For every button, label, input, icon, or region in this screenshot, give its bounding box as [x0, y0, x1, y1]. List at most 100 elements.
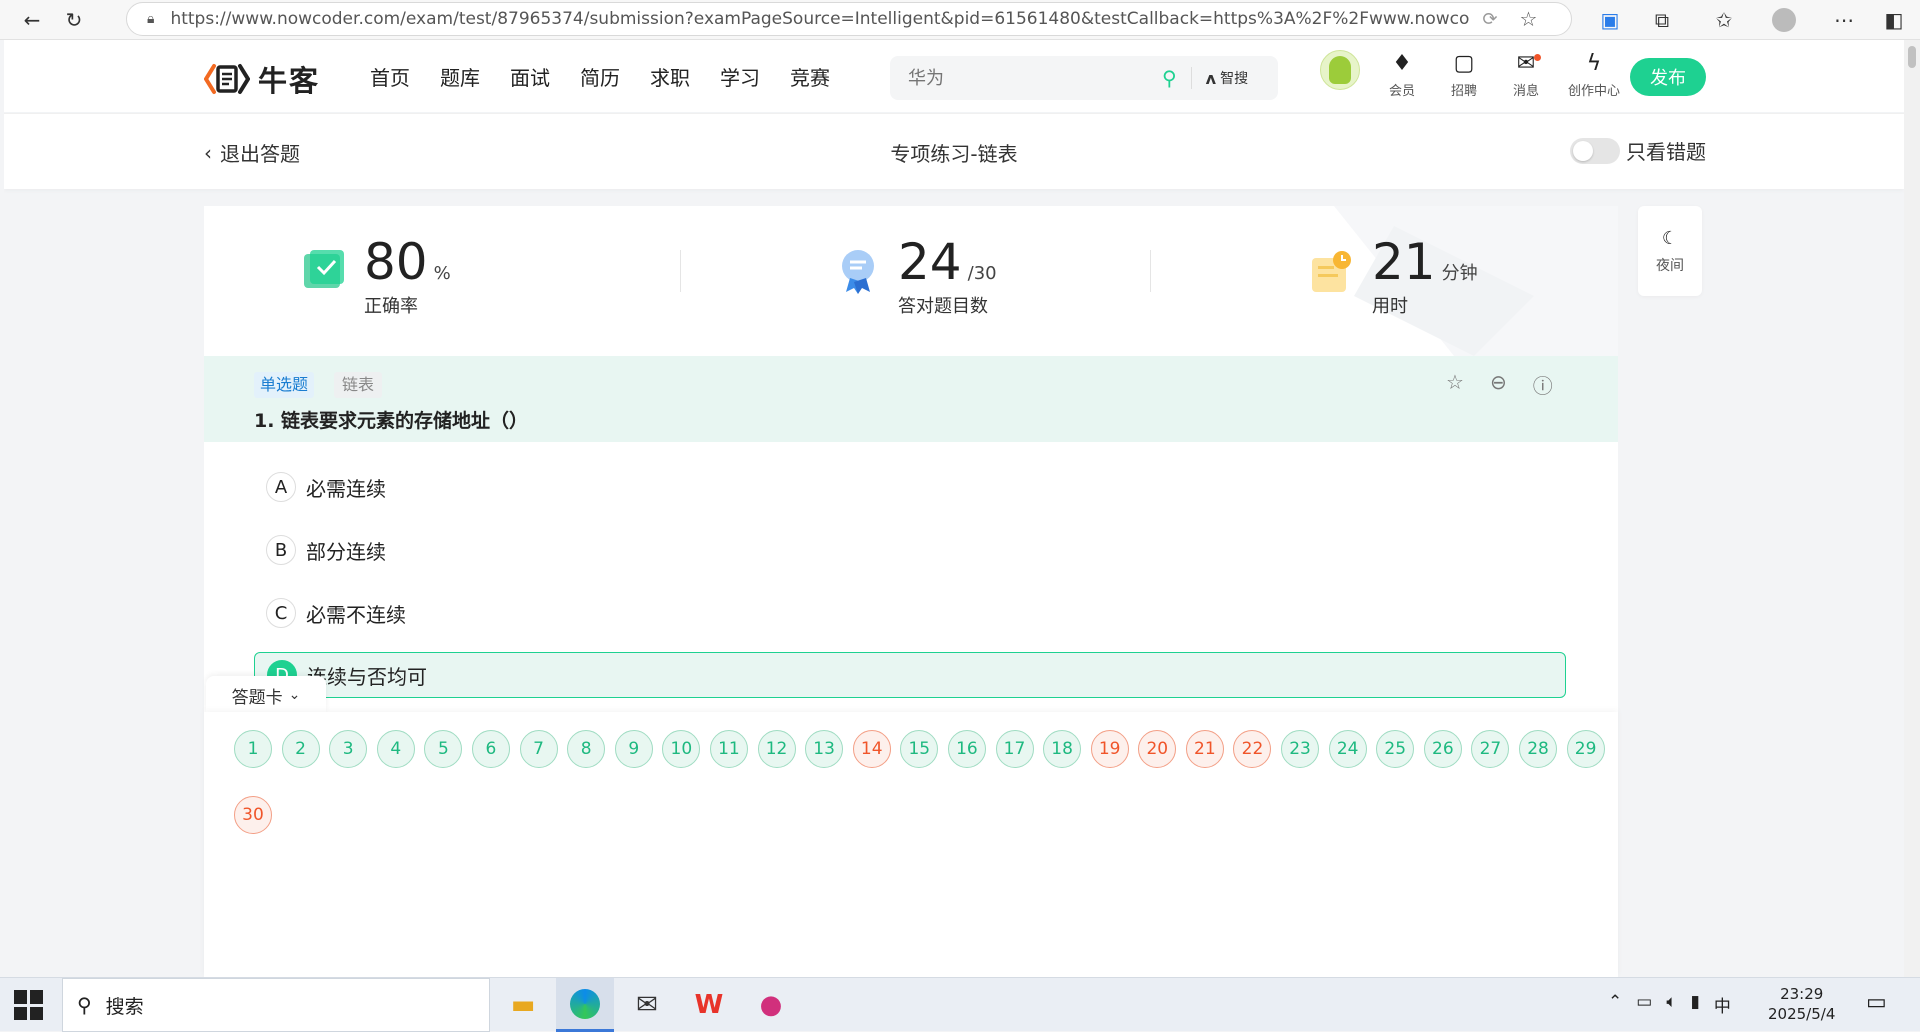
back-icon[interactable]: ←: [18, 6, 46, 34]
answer-bubble-wrong[interactable]: 22: [1233, 730, 1272, 768]
mail-icon[interactable]: ✉: [618, 978, 676, 1032]
answer-bubble-correct[interactable]: 26: [1423, 730, 1462, 768]
answer-bubble-correct[interactable]: 7: [519, 730, 558, 768]
answer-bubble-correct[interactable]: 9: [614, 730, 653, 768]
stats-card: 80% 正确率 24/30 答对题目数 21 分钟 用时: [204, 206, 1618, 356]
favorite-star-icon[interactable]: ☆: [1520, 7, 1538, 31]
windows-taskbar: ⚲ 搜索 ▬ ✉ W ● ⌃ ▭ 🔈︎ ▮ 中 23:29 2025/5/4 ▭: [0, 977, 1920, 1032]
answer-bubble-correct[interactable]: 28: [1519, 730, 1558, 768]
minus-circle-icon[interactable]: ⊖: [1490, 370, 1507, 399]
answer-bubble-wrong[interactable]: 30: [234, 796, 272, 834]
only-wrong-toggle[interactable]: 只看错题: [1570, 136, 1706, 165]
nav-item-home[interactable]: 首页: [370, 62, 410, 91]
option-c[interactable]: C 必需不连续: [254, 590, 1566, 636]
answer-bubble-wrong[interactable]: 20: [1138, 730, 1177, 768]
refresh-icon[interactable]: ↻: [60, 6, 88, 34]
messages-button[interactable]: ✉ 消息: [1506, 48, 1546, 99]
avatar[interactable]: [1320, 50, 1360, 90]
creator-center-button[interactable]: ϟ 创作中心: [1568, 48, 1620, 99]
sidebar-toggle-icon[interactable]: ◧: [1880, 6, 1908, 34]
answer-bubble-correct[interactable]: 10: [662, 730, 701, 768]
answer-bubble-wrong[interactable]: 14: [852, 730, 891, 768]
answer-bubble-correct[interactable]: 17: [995, 730, 1034, 768]
answer-bubble-correct[interactable]: 24: [1328, 730, 1367, 768]
ime-indicator[interactable]: 中: [1714, 992, 1731, 1017]
info-circle-icon[interactable]: ⓘ: [1533, 370, 1553, 399]
option-b[interactable]: B 部分连续: [254, 527, 1566, 573]
scrollbar[interactable]: [1904, 40, 1920, 977]
answer-bubble-correct[interactable]: 25: [1376, 730, 1415, 768]
paint-app-icon[interactable]: ●: [742, 978, 800, 1032]
answer-bubble-correct[interactable]: 18: [1043, 730, 1082, 768]
answer-card-panel: 1 2 3 4 5 6 7 8 9 10 11 12 13 14 15 16 17 18 19 20 21 22 23 24 2…: [204, 712, 1618, 977]
option-d[interactable]: D 连续与否均可: [254, 652, 1566, 698]
nav-item-learn[interactable]: 学习: [720, 62, 760, 91]
address-bar[interactable]: 🔒︎ https://www.nowcoder.com/exam/test/87…: [126, 2, 1572, 36]
answer-bubble-correct[interactable]: 27: [1471, 730, 1510, 768]
nav-item-jobs[interactable]: 求职: [650, 62, 690, 91]
chevron-down-icon: ⌄: [288, 687, 301, 703]
copilot-icon[interactable]: ▣: [1596, 6, 1624, 34]
volume-icon[interactable]: 🔈︎: [1666, 992, 1676, 1017]
edge-browser-icon[interactable]: [556, 978, 614, 1032]
answer-card-toggle[interactable]: 答题卡 ⌄: [206, 676, 326, 714]
answer-bubble-wrong[interactable]: 19: [1090, 730, 1129, 768]
notification-center-icon[interactable]: ▭: [1866, 990, 1887, 1015]
favorites-icon[interactable]: ✩: [1710, 6, 1738, 34]
nav-item-question-bank[interactable]: 题库: [440, 62, 480, 91]
network-icon[interactable]: ▭: [1636, 992, 1652, 1017]
question-type-tag: 单选题: [254, 372, 315, 398]
answer-bubble-correct[interactable]: 16: [947, 730, 986, 768]
toggle-switch[interactable]: [1570, 137, 1620, 164]
logo[interactable]: 牛客: [203, 58, 320, 100]
more-menu-icon[interactable]: ⋯: [1830, 6, 1858, 34]
answer-bubble-correct[interactable]: 15: [900, 730, 939, 768]
answer-bubble-correct[interactable]: 4: [376, 730, 415, 768]
search-input[interactable]: [908, 67, 1148, 89]
star-icon[interactable]: ☆: [1446, 370, 1464, 399]
nav-item-resume[interactable]: 简历: [580, 62, 620, 91]
night-mode-button[interactable]: ☾ 夜间: [1638, 206, 1702, 296]
answer-bubble-correct[interactable]: 6: [471, 730, 510, 768]
publish-button[interactable]: 发布: [1630, 58, 1706, 96]
wps-office-icon[interactable]: W: [680, 978, 738, 1032]
answer-bubble-correct[interactable]: 12: [757, 730, 796, 768]
option-a[interactable]: A 必需连续: [254, 464, 1566, 510]
answer-grid: 1 2 3 4 5 6 7 8 9 10 11 12 13 14 15 16 17 18 19 20 21 22 23 24 2…: [234, 730, 1614, 834]
chevron-up-icon[interactable]: ⌃: [1608, 992, 1622, 1017]
time-label: 用时: [1372, 296, 1408, 317]
search-icon[interactable]: ⚲: [1162, 66, 1177, 90]
moon-icon: ☾: [1661, 227, 1679, 249]
vip-button[interactable]: ♦ 会员: [1382, 48, 1422, 99]
option-text: 必需连续: [306, 476, 386, 501]
logo-mark-icon: [203, 62, 251, 96]
answer-bubble-correct[interactable]: 2: [281, 730, 320, 768]
clock-date: 2025/5/4: [1768, 1005, 1836, 1023]
taskbar-search[interactable]: ⚲ 搜索: [62, 978, 490, 1032]
windows-start-icon[interactable]: [14, 990, 44, 1020]
answer-bubble-correct[interactable]: 23: [1281, 730, 1320, 768]
nav-item-interview[interactable]: 面试: [510, 62, 550, 91]
answer-bubble-correct[interactable]: 29: [1566, 730, 1605, 768]
answer-bubble-correct[interactable]: 3: [329, 730, 368, 768]
recruit-button[interactable]: ▢ 招聘: [1444, 48, 1484, 99]
answer-bubble-correct[interactable]: 8: [567, 730, 606, 768]
correct-count-block: 24/30 答对题目数: [898, 234, 997, 318]
battery-icon[interactable]: ▮: [1691, 992, 1700, 1017]
answer-bubble-correct[interactable]: 13: [805, 730, 844, 768]
time-value: 21: [1372, 233, 1436, 291]
tracking-icon[interactable]: ⟳: [1482, 9, 1497, 30]
extensions-icon[interactable]: ⧉: [1648, 6, 1676, 34]
answer-bubble-correct[interactable]: 1: [234, 730, 272, 768]
nav-item-contest[interactable]: 竞赛: [790, 62, 830, 91]
answer-bubble-wrong[interactable]: 21: [1185, 730, 1224, 768]
url-text[interactable]: https://www.nowcoder.com/exam/test/87965…: [170, 9, 1470, 29]
answer-bubble-correct[interactable]: 5: [424, 730, 463, 768]
scrollbar-thumb[interactable]: [1908, 46, 1916, 68]
profile-icon[interactable]: [1770, 6, 1798, 34]
ai-search-button[interactable]: ʌ 智搜: [1206, 68, 1248, 88]
clock[interactable]: 23:29 2025/5/4: [1768, 984, 1835, 1024]
medal-icon: [842, 250, 874, 294]
answer-bubble-correct[interactable]: 11: [709, 730, 748, 768]
file-explorer-icon[interactable]: ▬: [494, 978, 552, 1032]
